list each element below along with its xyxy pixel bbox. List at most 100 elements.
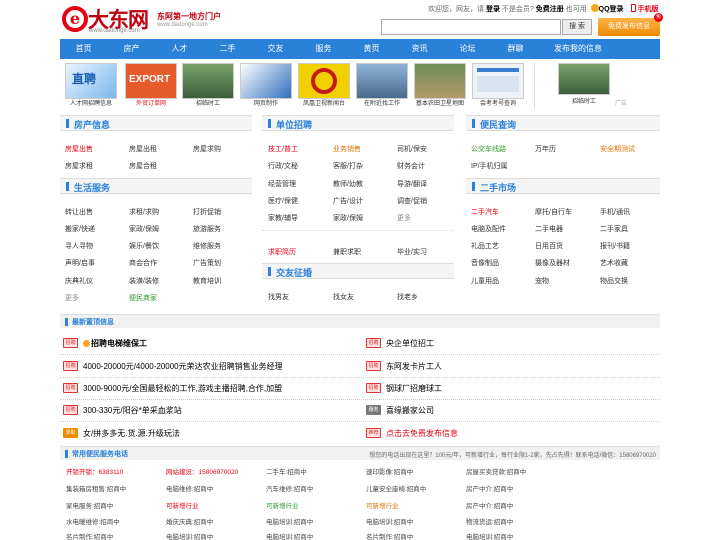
dating-link[interactable]: 找女友: [333, 292, 354, 302]
ad-image-7[interactable]: [472, 63, 524, 99]
life-link[interactable]: 维修服务: [193, 241, 221, 251]
jobs-link[interactable]: 家教/辅导: [268, 213, 298, 223]
listing-link[interactable]: 女/拼多多无.货.源.升级玩法: [83, 428, 180, 439]
phone-entry[interactable]: 电脑培训:招商中: [266, 516, 313, 526]
listing-text[interactable]: 招聘电梯维保工: [91, 339, 147, 348]
life-link[interactable]: 家政/保姆: [129, 224, 159, 234]
phone-entry[interactable]: 集装箱房租售:招商中: [66, 483, 126, 493]
secondhand-link[interactable]: 二手汽车: [471, 207, 499, 217]
ad-image-2[interactable]: [182, 63, 234, 99]
ad-caption-7[interactable]: 会考考号查询: [466, 98, 530, 107]
calendar-link[interactable]: 万年历: [535, 144, 556, 154]
resume-link[interactable]: 求职简历: [268, 247, 296, 257]
phone-entry[interactable]: 名片制作:招商中: [66, 531, 113, 540]
life-link[interactable]: 庆典礼仪: [65, 276, 93, 286]
jobs-link[interactable]: 经营管理: [268, 179, 296, 189]
life-link[interactable]: 娱乐/餐饮: [129, 241, 159, 251]
phone-entry[interactable]: 儿童安全座椅:招商中: [366, 483, 426, 493]
secondhand-link[interactable]: 摩托/自行车: [535, 207, 572, 217]
jobs-panel-title[interactable]: 单位招聘: [276, 118, 312, 131]
phone-entry[interactable]: 房屋买卖贷款:招商中: [466, 466, 526, 476]
phone-entry[interactable]: 电脑培训:招商中: [266, 531, 313, 540]
phone-entry[interactable]: 可新增行业: [366, 500, 399, 510]
nav-chat[interactable]: 群聊: [492, 39, 539, 59]
ad-caption-1[interactable]: 外贸订单网: [119, 98, 183, 107]
dating-link[interactable]: 找老乡: [397, 292, 418, 302]
house-panel-title[interactable]: 房产信息: [74, 118, 110, 131]
phone-entry[interactable]: 速印影像:招商中: [366, 466, 413, 476]
bus-route-link[interactable]: 公交车线路: [471, 144, 506, 154]
phone-entry[interactable]: 房产中介:招商中: [466, 500, 513, 510]
ad-caption-6[interactable]: 基本农田卫星地图: [408, 98, 472, 107]
listing-link[interactable]: 3000-9000元/全国最轻松的工作,游戏主播招聘,合作,加盟: [83, 383, 282, 394]
phone-entry[interactable]: 房产中介:招商中: [466, 483, 513, 493]
qq-login-link[interactable]: QQ登录: [599, 6, 624, 13]
ad-image-6[interactable]: [414, 63, 466, 99]
life-link[interactable]: 求租/求购: [129, 207, 159, 217]
phone-entry[interactable]: 电脑培训:招商中: [466, 531, 513, 540]
dating-panel-title[interactable]: 交友征婚: [276, 266, 312, 279]
jobs-link[interactable]: 广告/设计: [333, 196, 363, 206]
life-link[interactable]: 打折促销: [193, 207, 221, 217]
jobs-link[interactable]: 行政/文秘: [268, 161, 298, 171]
ad-caption-2[interactable]: 招临时工: [176, 98, 240, 107]
secondhand-link[interactable]: 电脑及配件: [471, 224, 506, 234]
secondhand-link[interactable]: 报刊/书籍: [600, 241, 630, 251]
login-link[interactable]: 登录: [486, 6, 500, 13]
post-free-link[interactable]: 点击去免费发布信息: [386, 428, 458, 439]
phone-entry[interactable]: 可新增行业: [266, 500, 299, 510]
ad-caption-8[interactable]: 招临时工: [552, 96, 616, 105]
life-link[interactable]: 商会合作: [129, 258, 157, 268]
jobs-more-link[interactable]: 更多: [397, 213, 411, 223]
ad-caption-0[interactable]: 人才网招聘信息: [59, 98, 123, 107]
listing-link[interactable]: 4000-20000元/4000-20000元荣达农业招聘销售业务经理: [83, 361, 283, 372]
ad-image-1[interactable]: EXPORT: [125, 63, 177, 99]
phone-entry[interactable]: 开锁开锁：6383110: [66, 466, 123, 476]
dating-link[interactable]: 找男友: [268, 292, 289, 302]
life-link[interactable]: 教育培训: [193, 276, 221, 286]
ad-image-5[interactable]: [356, 63, 408, 99]
life-link[interactable]: 搬家/快递: [65, 224, 95, 234]
secondhand-link[interactable]: 音像制品: [471, 258, 499, 268]
nav-service[interactable]: 服务: [300, 39, 347, 59]
life-link[interactable]: 装潢/装修: [129, 276, 159, 286]
house-link-seek-rent[interactable]: 房屋求租: [65, 161, 93, 171]
search-input[interactable]: [381, 19, 561, 35]
secondhand-panel-title[interactable]: 二手市场: [480, 181, 516, 194]
jobs-link[interactable]: 业务销售: [333, 144, 361, 154]
life-link[interactable]: 声明/启事: [65, 258, 95, 268]
phone-entry[interactable]: 二手车:招商中: [266, 466, 307, 476]
phone-entry[interactable]: 汽车维修:招商中: [266, 483, 313, 493]
post-info-button[interactable]: 免费发布信息: [598, 18, 660, 36]
life-link[interactable]: 旅游服务: [193, 224, 221, 234]
ad-caption-5[interactable]: 在附近找工作: [350, 98, 414, 107]
site-logo[interactable]: e 大东网 www.dadonge.com: [62, 6, 154, 34]
secondhand-link[interactable]: 儿童用品: [471, 276, 499, 286]
phone-entry[interactable]: 婚庆庆典:招商中: [166, 516, 213, 526]
secondhand-link[interactable]: 物品交换: [600, 276, 628, 286]
secondhand-link[interactable]: 日用百货: [535, 241, 563, 251]
nav-yellowpages[interactable]: 黄页: [348, 39, 395, 59]
phone-entry[interactable]: 物流货运:招商中: [466, 516, 513, 526]
listing-link[interactable]: 300-330元/阳谷*单采血浆站: [83, 405, 182, 416]
safe-period-link[interactable]: 安全期测试: [600, 144, 635, 154]
jobs-link[interactable]: 财务会计: [397, 161, 425, 171]
secondhand-link[interactable]: 二手家具: [600, 224, 628, 234]
secondhand-link[interactable]: 宠物: [535, 276, 549, 286]
listing-link[interactable]: 央企单位招工: [386, 338, 434, 349]
life-link[interactable]: 转让出售: [65, 207, 93, 217]
jobs-link[interactable]: 客服/打杂: [333, 161, 363, 171]
listing-link[interactable]: 招聘电梯维保工: [83, 338, 147, 349]
jobs-link[interactable]: 技工/普工: [268, 144, 298, 154]
life-more-link[interactable]: 更多: [65, 293, 79, 303]
secondhand-link[interactable]: 摄像及器材: [535, 258, 570, 268]
ad-caption-4[interactable]: 凤凰卫视新闻台: [292, 98, 356, 107]
house-link-sale[interactable]: 房屋出售: [65, 144, 93, 154]
phone-entry[interactable]: 网站建设：15806970020: [166, 466, 238, 476]
phone-entry[interactable]: 名片制作:招商中: [366, 531, 413, 540]
secondhand-link[interactable]: 二手电器: [535, 224, 563, 234]
parttime-link[interactable]: 兼职求职: [333, 247, 361, 257]
phone-entry[interactable]: 电脑培训:招商中: [166, 531, 213, 540]
life-link[interactable]: 广告策划: [193, 258, 221, 268]
listing-link[interactable]: 东阿发卡片工人: [386, 361, 442, 372]
